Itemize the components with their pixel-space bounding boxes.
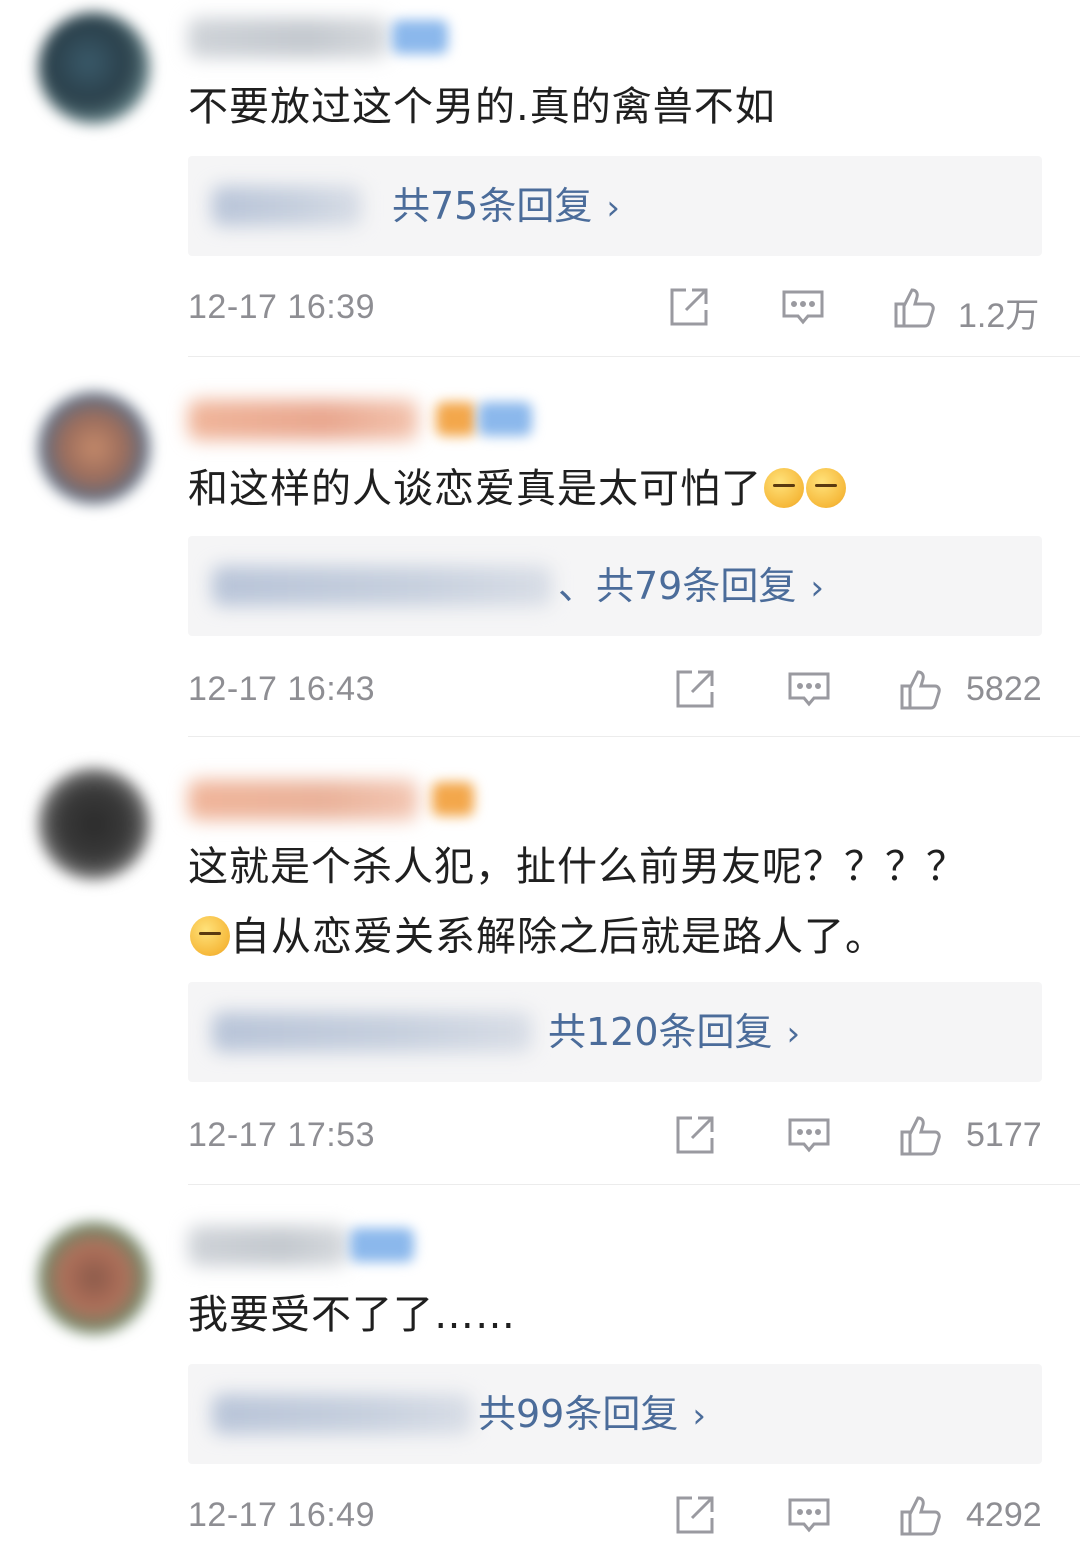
comment-text: 和这样的人谈恋爱真是太可怕了 [188, 454, 1040, 524]
thumbs-up-icon[interactable] [898, 1112, 944, 1158]
chevron-right-icon: › [606, 188, 620, 228]
divider [188, 356, 1080, 357]
chevron-right-icon: › [786, 1014, 801, 1054]
comment-text-line: 这就是个杀人犯，扯什么前男友呢？？？？ [188, 844, 967, 890]
reply-preview-users [212, 1394, 472, 1434]
avatar[interactable] [38, 768, 150, 880]
comment-time: 12-17 16:43 [188, 670, 375, 708]
chevron-right-icon: › [692, 1396, 706, 1436]
reply-count-link[interactable]: 共120条回复 › [548, 1006, 800, 1060]
reply-count-label: 共120条回复 [548, 1010, 773, 1054]
comment-time: 12-17 16:39 [188, 288, 375, 326]
like-count: 5822 [966, 670, 1042, 708]
comment-icon[interactable] [780, 284, 826, 330]
user-badge [436, 402, 476, 436]
reply-preview[interactable]: 、共79条回复 › [188, 536, 1042, 636]
comment-meta: 12-17 16:43 5822 [188, 666, 1042, 716]
reply-preview[interactable]: 共99条回复 › [188, 1364, 1042, 1464]
reply-preview[interactable]: 共75条回复 › [188, 156, 1042, 256]
thumbs-up-icon[interactable] [898, 666, 944, 712]
comment-icon[interactable] [786, 666, 832, 712]
comment-text: 不要放过这个男的.真的禽兽不如 [188, 84, 776, 130]
user-badge [392, 20, 448, 54]
avatar[interactable] [38, 392, 150, 504]
user-badge [350, 1228, 414, 1262]
share-icon[interactable] [672, 1112, 718, 1158]
comment-icon[interactable] [786, 1492, 832, 1538]
like-count: 5177 [966, 1116, 1042, 1154]
thumbs-up-icon[interactable] [892, 284, 938, 330]
comment-text-content: 和这样的人谈恋爱真是太可怕了 [188, 466, 762, 512]
thumbs-up-icon[interactable] [898, 1492, 944, 1538]
share-icon[interactable] [666, 284, 712, 330]
speechless-emoji-icon [806, 468, 846, 508]
reply-count-label: 、共79条回复 [558, 564, 797, 608]
username[interactable] [188, 1226, 348, 1266]
reply-preview-users [212, 186, 362, 226]
share-icon[interactable] [672, 1492, 718, 1538]
user-badge [432, 782, 474, 816]
comment-item: 不要放过这个男的.真的禽兽不如 共75条回复 › 12-17 16:39 1.2万 [0, 0, 1080, 360]
dizzy-emoji-icon [190, 916, 230, 956]
username[interactable] [188, 400, 418, 440]
comment-item: 和这样的人谈恋爱真是太可怕了 、共79条回复 › 12-17 16:43 5822 [0, 360, 1080, 738]
comment-time: 12-17 17:53 [188, 1116, 375, 1154]
comment-text-content: 自从恋爱关系解除之后就是路人了。 [230, 914, 886, 960]
reply-count-label: 共99条回复 [478, 1392, 679, 1436]
username[interactable] [188, 780, 418, 820]
comment-meta: 12-17 16:39 1.2万 [188, 284, 1042, 335]
username[interactable] [188, 18, 388, 58]
comment-meta: 12-17 16:49 4292 [188, 1492, 1042, 1542]
comment-time: 12-17 16:49 [188, 1496, 375, 1534]
reply-count-link[interactable]: 共75条回复 › [392, 180, 620, 234]
comment-text: 这就是个杀人犯，扯什么前男友呢？？？？ 自从恋爱关系解除之后就是路人了。 [188, 832, 1040, 972]
comment-text: 我要受不了了…… [188, 1292, 516, 1338]
comment-item: 这就是个杀人犯，扯什么前男友呢？？？？ 自从恋爱关系解除之后就是路人了。 共12… [0, 738, 1080, 1188]
comment-icon[interactable] [786, 1112, 832, 1158]
avatar[interactable] [38, 1222, 150, 1334]
divider [188, 736, 1080, 737]
reply-preview-users [212, 1012, 532, 1052]
reply-preview[interactable]: 共120条回复 › [188, 982, 1042, 1082]
reply-count-link[interactable]: 共99条回复 › [478, 1388, 706, 1442]
reply-count-link[interactable]: 、共79条回复 › [558, 560, 824, 614]
comment-item: 我要受不了了…… 共99条回复 › 12-17 16:49 4292 [0, 1188, 1080, 1554]
chevron-right-icon: › [810, 568, 824, 608]
reply-preview-users [212, 566, 552, 606]
speechless-emoji-icon [764, 468, 804, 508]
user-badge [478, 402, 532, 436]
comment-meta: 12-17 17:53 5177 [188, 1112, 1042, 1162]
reply-count-label: 共75条回复 [392, 184, 593, 228]
like-count: 1.2万 [958, 297, 1040, 335]
divider [188, 1184, 1080, 1185]
avatar[interactable] [38, 12, 150, 124]
comment-text-line-2: 自从恋爱关系解除之后就是路人了。 [188, 902, 1040, 972]
like-count: 4292 [966, 1496, 1042, 1534]
share-icon[interactable] [672, 666, 718, 712]
